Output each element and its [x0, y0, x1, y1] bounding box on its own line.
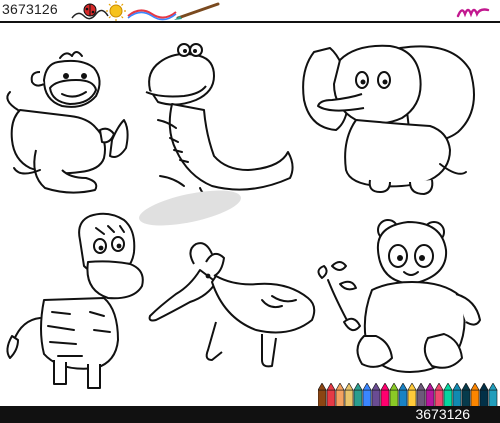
pencil-icon [425, 382, 435, 408]
monkey-with-banana-icon [6, 51, 129, 194]
pencil-icon [479, 382, 489, 408]
brush-icon [174, 2, 220, 20]
pencil-icon [407, 382, 417, 408]
pencil-icon [398, 382, 408, 408]
pencil-icon [371, 382, 381, 408]
anteater-icon [148, 242, 316, 368]
elephant-icon [302, 44, 475, 195]
pencil-icon [380, 382, 390, 408]
image-id-footer-label: 3673126 [415, 406, 470, 422]
zebra-icon [6, 212, 144, 389]
pencil-icon [470, 382, 480, 408]
sun-icon [106, 1, 126, 21]
pencil-icon [452, 382, 462, 408]
pencil-icon [443, 382, 453, 408]
pencil-icon [434, 382, 444, 408]
pencil-icon [389, 382, 399, 408]
pencil-icon [353, 382, 363, 408]
pencil-icon [416, 382, 426, 408]
pencil-icon [326, 382, 336, 408]
pencil-icon [335, 382, 345, 408]
pencil-icon [362, 382, 372, 408]
shadow-shape [139, 190, 241, 226]
coloring-page-canvas [6, 43, 481, 389]
crocodile-icon [145, 43, 294, 199]
pencil-icon [317, 382, 327, 408]
ladybug-icon [83, 3, 97, 17]
pencil-icon [344, 382, 354, 408]
image-id-label: 3673126 [2, 1, 58, 17]
pencil-icon [461, 382, 471, 408]
footer-bar: 3673126 [0, 406, 500, 423]
panda-with-branch-icon [317, 219, 481, 373]
pencil-icon [488, 382, 498, 408]
header-bar: 3673126 [0, 0, 500, 23]
